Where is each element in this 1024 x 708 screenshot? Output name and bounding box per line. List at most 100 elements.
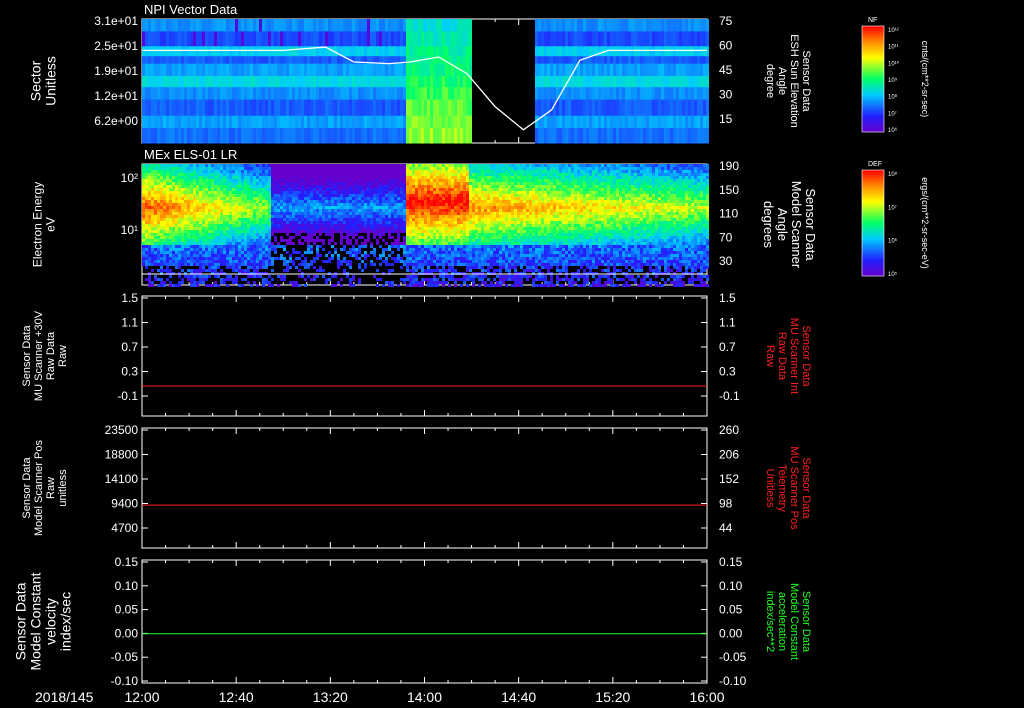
colorbar-tick-label: 10⁷ [888,110,897,117]
left-axis-label: Unitless [43,56,59,106]
colorbar-gradient [861,169,885,277]
colorbar-tick-label: 10⁶ [888,238,898,245]
left-axis-label: MU Scanner +30V [33,310,45,401]
date-label: 2018/145 [35,689,94,705]
colorbar-tick-label: 10¹² [888,28,899,34]
right-axis-label: Sensor Data [800,325,812,387]
right-axis-label: index/sec**2 [764,591,776,652]
right-tick-label: 150 [719,183,739,197]
colorbar-tick-label: 10⁹ [888,77,898,84]
panel-title: NPI Vector Data [144,2,238,17]
left-tick-label: -0.05 [111,650,139,664]
right-tick-label: 0.10 [719,579,743,593]
right-tick-label: 190 [719,159,739,173]
right-tick-label: 75 [719,14,733,28]
x-tick-label: 13:20 [313,689,348,705]
right-axis-label: Unitless [764,468,776,508]
colorbar-tick-label: 10⁵ [888,271,898,278]
npi-heatmap [142,19,709,144]
colorbar-2: DEF 10⁸ 10⁷ 10⁶ 10⁵ ergs/(cm**2-sr-sec-eV) [861,161,930,278]
right-axis-label: Model Scanner [789,181,804,269]
right-axis-label: Raw [764,345,776,367]
panel-frame [141,559,708,684]
right-axis-label: Model Constant [788,583,800,660]
left-axis-label: index/sec [58,592,74,651]
right-tick-label: 30 [719,88,733,102]
right-tick-label: -0.1 [719,389,740,403]
panel-frame [141,295,708,417]
right-tick-label: 98 [719,497,733,511]
left-tick-label: 10¹ [121,223,138,237]
left-axis-label: Raw Data [45,331,57,380]
colorbar-tick-label: 10⁶ [888,127,898,134]
left-tick-label: 2.5e+01 [94,39,138,53]
right-tick-label: 206 [719,448,739,462]
x-tick-label: 12:40 [219,689,254,705]
left-axis-label: velocity [43,598,59,645]
right-tick-label: 0.05 [719,603,743,617]
left-tick-label: -0.10 [111,674,139,688]
left-tick-label: 0.00 [115,626,139,640]
right-tick-label: 1.1 [719,316,736,330]
panel-5: 0.15 0.10 0.05 0.00 -0.05 -0.10 0.15 0.10 0.05 0.… [13,555,813,688]
left-tick-label: -0.1 [117,389,138,403]
left-tick-label: 4700 [111,521,138,535]
left-axis-label: Electron Energy [31,182,45,267]
right-axis-label: Angle [775,208,790,241]
right-tick-label: 0.15 [719,555,743,569]
left-tick-label: 0.10 [115,579,139,593]
right-tick-label: 44 [719,521,733,535]
left-axis-label: Sensor Data [21,325,33,387]
right-tick-label: 70 [719,230,733,244]
colorbar-tick-label: 10¹⁰ [888,60,900,67]
left-tick-label: 6.2e+00 [94,114,138,128]
right-tick-label: 110 [719,207,738,221]
left-axis-label: Sensor Data [13,582,29,660]
panel-3: 1.5 1.1 0.7 0.3 -0.1 1.5 1.1 0.7 0.3 -0.1 Sensor D… [21,291,812,417]
left-tick-label: 14100 [105,472,139,486]
colorbar-units: cnts/(cm**2-sr-sec) [920,41,930,118]
right-axis-label: Angle [776,67,788,95]
right-tick-label: 1.5 [719,291,736,305]
left-axis-label: unitless [57,469,69,507]
colorbar-1: NF 10¹² 10¹¹ 10¹⁰ 10⁹ 10⁸ 10⁷ 10⁶ cnts/(cm**2-sr… [861,17,930,134]
x-tick-label: 15:20 [595,689,630,705]
right-tick-label: 260 [719,423,739,437]
left-tick-label: 1.5 [121,291,138,305]
right-tick-label: 0.7 [719,340,736,354]
right-axis-label: MU Scanner Pos [788,446,800,530]
els-heatmap [142,164,709,287]
colorbar-tick-label: 10⁸ [888,94,898,101]
colorbar-tick-label: 10⁸ [888,171,898,178]
x-tick-label: 16:00 [689,689,724,705]
colorbar-tick-label: 10⁷ [888,204,897,211]
right-tick-label: 152 [719,472,739,486]
right-axis-label: MU Scanner Int [788,318,800,394]
left-tick-label: 9400 [111,497,138,511]
left-tick-label: 18800 [105,448,139,462]
right-tick-label: 60 [719,39,733,53]
panel-frame [141,427,708,549]
right-axis-label: Raw Data [776,332,788,381]
left-axis-label: Raw [57,345,69,367]
right-tick-label: 0.3 [719,365,736,379]
colorbar-code: DEF [868,161,882,168]
x-tick-label: 12:00 [124,689,159,705]
right-tick-label: -0.05 [719,650,747,664]
right-axis-label: Sensor Data [800,591,812,653]
colorbar-code: NF [868,17,877,24]
plot-canvas: NPI Vector Data 3.1e+01 2.5e+01 1.9e+01 1.2e… [13,2,931,705]
right-tick-label: -0.10 [719,674,747,688]
right-tick-label: 0.00 [719,626,743,640]
left-tick-label: 1.1 [121,316,138,330]
left-axis-label: Sector [28,60,44,101]
x-tick-label: 14:00 [407,689,442,705]
left-axis-label: Raw [45,477,57,499]
colorbar-units: ergs/(cm**2-sr-sec-eV) [920,177,930,269]
left-tick-label: 0.05 [115,603,139,617]
left-axis-label: Model Scanner Pos [33,440,45,536]
right-axis-label: degree [764,64,776,98]
x-tick-label: 14:40 [501,689,536,705]
left-axis-label: Model Constant [28,572,44,670]
left-tick-label: 1.2e+01 [94,89,138,103]
